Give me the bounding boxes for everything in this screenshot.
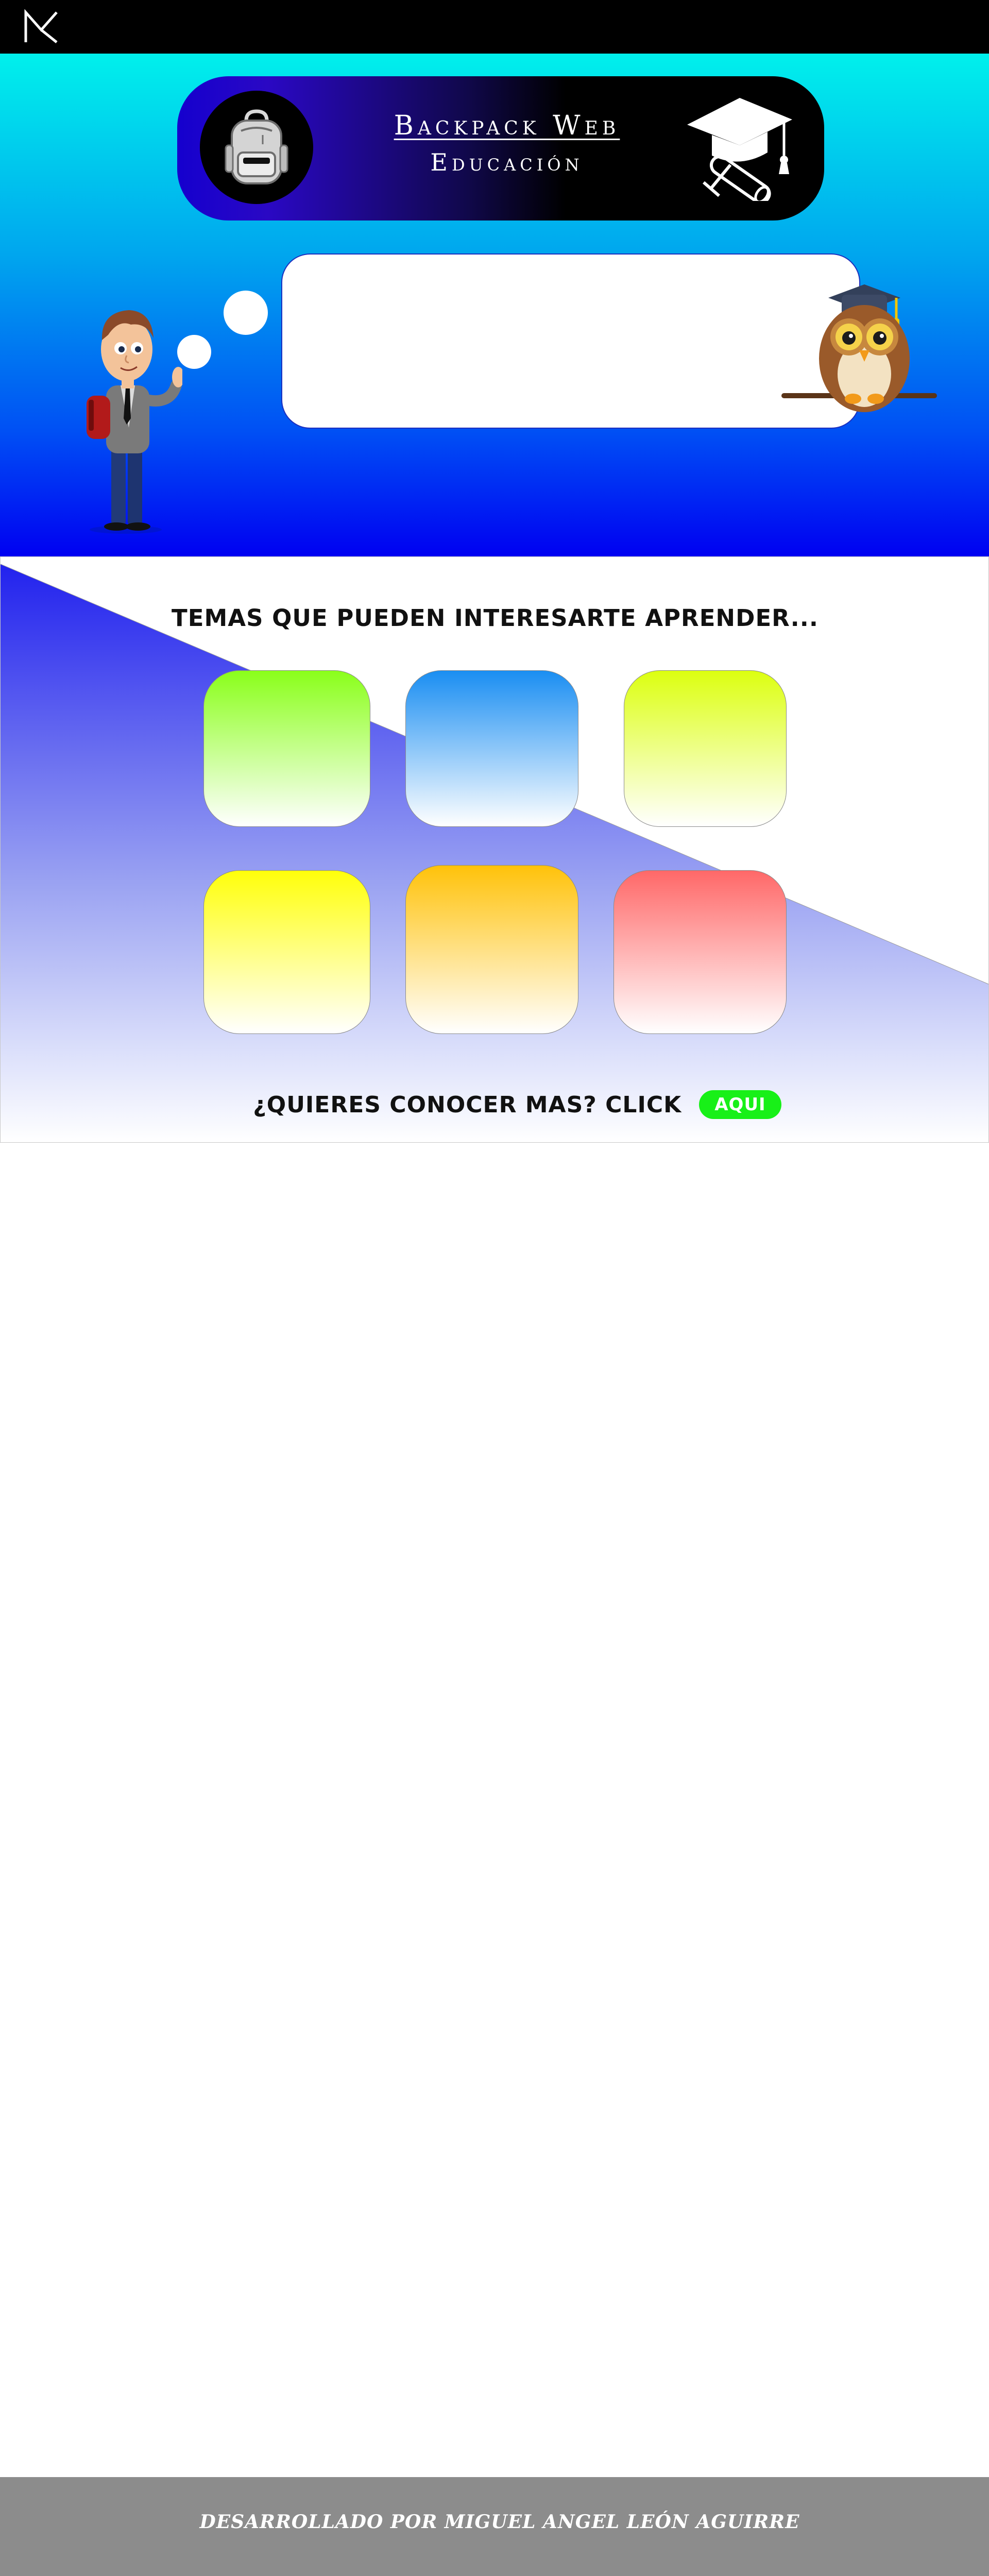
backpack-icon	[225, 109, 288, 184]
hero-section: Backpack Web Educación	[0, 54, 989, 556]
topic-tile-2[interactable]	[405, 670, 578, 827]
topics-heading: TEMAS QUE PUEDEN INTERESARTE APRENDER...	[172, 604, 819, 632]
graduation-cap-diploma-icon	[687, 98, 792, 201]
m-monogram-icon[interactable]	[23, 9, 60, 44]
topic-tile-1[interactable]	[203, 670, 370, 827]
diagonal-background	[1, 564, 988, 1142]
call-to-action: ¿QUIERES CONOCER MAS? CLICK AQUI	[1, 1087, 988, 1123]
brand-banner: Backpack Web Educación	[177, 76, 824, 221]
speech-bubble	[281, 253, 860, 429]
thought-bubble-large-dot	[224, 291, 268, 335]
site-subtitle: Educación	[430, 148, 584, 176]
topics-section: TEMAS QUE PUEDEN INTERESARTE APRENDER...…	[0, 556, 989, 1143]
topic-tile-4[interactable]	[203, 870, 370, 1034]
backpack-badge	[200, 91, 313, 204]
topic-tile-5[interactable]	[405, 865, 578, 1034]
top-bar	[0, 0, 989, 54]
topic-tile-3[interactable]	[624, 670, 787, 827]
site-title[interactable]: Backpack Web	[347, 110, 667, 141]
student-illustration	[87, 310, 182, 534]
topic-tile-6[interactable]	[613, 870, 787, 1034]
aqui-button[interactable]: AQUI	[699, 1090, 781, 1119]
footer: DESARROLLADO POR MIGUEL ANGEL LEÓN AGUIR…	[0, 2477, 989, 2576]
owl-illustration	[781, 284, 937, 412]
footer-credit: DESARROLLADO POR MIGUEL ANGEL LEÓN AGUIR…	[199, 2511, 800, 2533]
cta-text: ¿QUIERES CONOCER MAS? CLICK	[253, 1091, 682, 1118]
